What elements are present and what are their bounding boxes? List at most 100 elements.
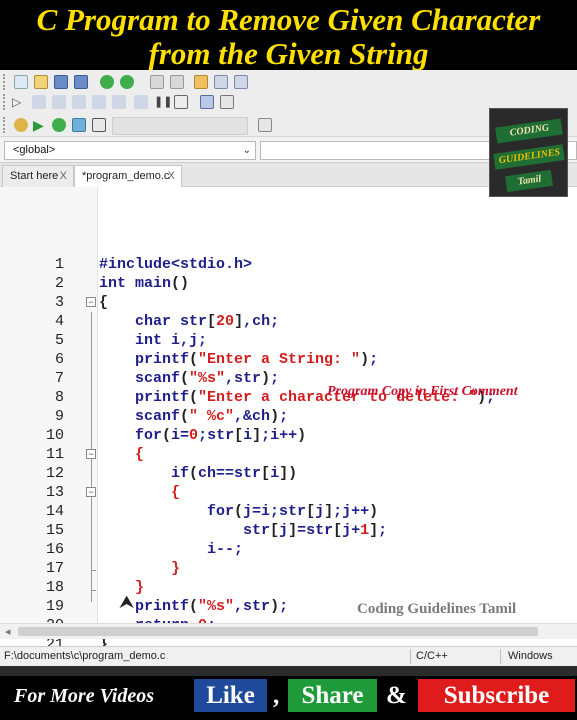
code-line[interactable]: 1 #include<stdio.h> <box>0 255 577 274</box>
title-line-1: C Program to Remove Given Character <box>36 2 541 37</box>
tab-start-here[interactable]: Start here X <box>2 165 74 187</box>
code-text: } <box>171 560 181 577</box>
comment-note: Program Copy in First Comment <box>327 384 518 399</box>
code-text: if(ch==str[i]) <box>99 465 298 482</box>
code-line[interactable]: 4 char str[20],ch; <box>0 312 577 331</box>
code-line[interactable]: 9 scanf(" %c",&ch); <box>0 407 577 426</box>
code-text: i--; <box>99 541 244 558</box>
fold-toggle-icon[interactable]: − <box>86 449 96 459</box>
find-icon[interactable] <box>214 75 228 89</box>
step-out-icon[interactable] <box>72 95 86 109</box>
code-line[interactable]: 2 int main() <box>0 274 577 293</box>
next-instruction-icon[interactable] <box>92 95 106 109</box>
code-text: printf("Enter a String: "); <box>99 351 379 368</box>
copy-icon[interactable] <box>170 75 184 89</box>
paste-icon[interactable] <box>194 75 208 89</box>
undo-icon[interactable] <box>100 75 114 89</box>
code-text: str[j]=str[j+1]; <box>99 522 388 539</box>
debug-run-icon[interactable]: ▷ <box>12 95 26 109</box>
pause-icon[interactable]: ❚❚ <box>154 95 172 109</box>
tab-label: Start here <box>10 170 59 182</box>
toolbar-grip[interactable] <box>3 74 7 90</box>
code-line[interactable]: 18 } <box>0 578 577 597</box>
line-number: 1 <box>54 256 64 273</box>
save-icon[interactable] <box>54 75 68 89</box>
status-language: C/C++ <box>416 650 448 662</box>
open-icon[interactable] <box>34 75 48 89</box>
line-number: 2 <box>54 275 64 292</box>
code-text: { <box>171 484 181 501</box>
fold-toggle-icon[interactable]: − <box>86 487 96 497</box>
stop-debug-icon[interactable] <box>174 95 188 109</box>
code-text: { <box>135 446 145 463</box>
code-text: char str[20],ch; <box>99 313 280 330</box>
code-line[interactable]: 12 if(ch==str[i]) <box>0 464 577 483</box>
tab-program-demo[interactable]: *program_demo.c X <box>74 165 182 187</box>
line-number: 6 <box>54 351 64 368</box>
scope-value: <global> <box>13 144 56 156</box>
replace-icon[interactable] <box>234 75 248 89</box>
build-icon[interactable] <box>14 118 28 132</box>
scrollbar-thumb[interactable] <box>18 627 538 636</box>
toolbar-grip[interactable] <box>3 117 7 133</box>
code-line[interactable]: 13 − { <box>0 483 577 502</box>
code-line[interactable]: 15 str[j]=str[j+1]; <box>0 521 577 540</box>
code-line[interactable]: 10 for(i=0;str[i];i++) <box>0 426 577 445</box>
info-icon[interactable] <box>220 95 234 109</box>
ampersand-text: & <box>386 682 407 709</box>
line-number: 16 <box>45 541 64 558</box>
code-text: int i,j; <box>99 332 208 349</box>
new-file-icon[interactable] <box>14 75 28 89</box>
step-instruction-icon[interactable] <box>112 95 126 109</box>
save-all-icon[interactable] <box>74 75 88 89</box>
debug-windows-icon[interactable] <box>200 95 214 109</box>
run-icon[interactable]: ▶ <box>33 118 47 132</box>
code-line[interactable]: 17 } <box>0 559 577 578</box>
mouse-pointer-icon: ⮝ <box>119 592 135 612</box>
code-text: for(j=i;str[j];j++) <box>99 503 379 520</box>
show-target-icon[interactable] <box>258 118 272 132</box>
code-line[interactable]: 11 − { <box>0 445 577 464</box>
code-line[interactable]: 16 i--; <box>0 540 577 559</box>
code-line[interactable]: 6 printf("Enter a String: "); <box>0 350 577 369</box>
line-number: 13 <box>45 484 64 501</box>
line-number: 3 <box>54 294 64 311</box>
more-videos-text: For More Videos <box>14 685 155 707</box>
toolbar-grip[interactable] <box>3 94 7 110</box>
code-text: int main() <box>99 275 190 292</box>
code-line[interactable]: 5 int i,j; <box>0 331 577 350</box>
close-icon[interactable]: X <box>60 166 67 186</box>
code-editor[interactable]: 1 #include<stdio.h> 2 int main() 3 − { 4… <box>0 187 577 648</box>
scroll-left-icon[interactable]: ◂ <box>5 625 11 638</box>
line-number: 17 <box>45 560 64 577</box>
step-over-icon[interactable] <box>32 95 46 109</box>
code-text: scanf(" %c",&ch); <box>99 408 289 425</box>
break-icon[interactable] <box>134 95 148 109</box>
line-number: 18 <box>45 579 64 596</box>
line-number: 9 <box>54 408 64 425</box>
scope-select[interactable]: <global> ⌄ <box>4 141 256 160</box>
share-badge: Share <box>288 679 377 712</box>
tab-label: *program_demo.c <box>82 170 170 182</box>
redo-icon[interactable] <box>120 75 134 89</box>
code-text: #include<stdio.h> <box>99 256 253 273</box>
abort-icon[interactable] <box>92 118 106 132</box>
close-icon[interactable]: X <box>168 166 175 186</box>
line-number: 15 <box>45 522 64 539</box>
code-line[interactable]: 14 for(j=i;str[j];j++) <box>0 502 577 521</box>
fold-toggle-icon[interactable]: − <box>86 297 96 307</box>
video-title-banner: C Program to Remove Given Character from… <box>0 0 577 76</box>
rebuild-icon[interactable] <box>72 118 86 132</box>
line-number: 11 <box>45 446 64 463</box>
horizontal-scrollbar[interactable]: ◂ <box>0 623 577 639</box>
code-line[interactable]: 3 − { <box>0 293 577 312</box>
status-bar: F:\documents\c\program_demo.c C/C++ Wind… <box>0 646 577 681</box>
cut-icon[interactable] <box>150 75 164 89</box>
build-target-select[interactable] <box>112 117 248 135</box>
line-number: 5 <box>54 332 64 349</box>
line-number: 19 <box>45 598 64 615</box>
line-number: 14 <box>45 503 64 520</box>
code-text: { <box>99 294 109 311</box>
build-and-run-icon[interactable] <box>52 118 66 132</box>
step-into-icon[interactable] <box>52 95 66 109</box>
